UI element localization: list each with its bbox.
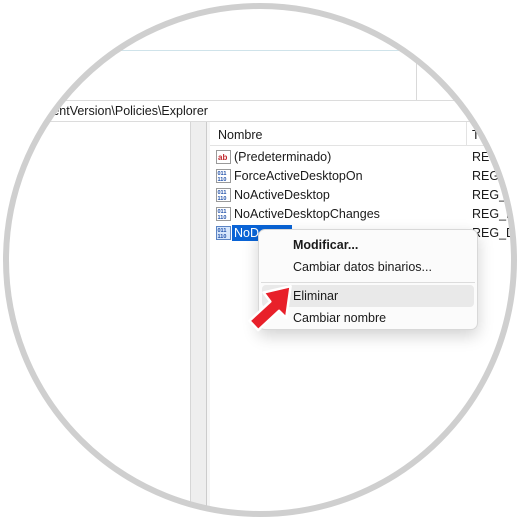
value-name: NoD	[234, 226, 260, 240]
binary-value-icon: 011 110	[216, 207, 231, 221]
menu-item-modify-binary[interactable]: Cambiar datos binarios...	[262, 256, 474, 278]
svg-text:110: 110	[218, 234, 227, 240]
column-header: Nombre Ti	[210, 122, 520, 146]
value-name: ForceActiveDesktopOn	[234, 169, 363, 183]
value-type: REG_D	[472, 169, 516, 183]
key-tree-pane[interactable]	[0, 122, 190, 520]
binary-value-icon: 011 110	[216, 169, 231, 183]
registry-editor-window: rrentVersion\Policies\Explorer Nombre Ti…	[0, 0, 520, 520]
list-item[interactable]: 011 110 NoActiveDesktopChanges REG_DV	[210, 205, 520, 224]
binary-value-icon: 011 110	[216, 226, 231, 240]
tree-scrollbar[interactable]	[190, 122, 206, 520]
value-name: NoActiveDesktop	[234, 188, 330, 202]
pointer-arrow-icon	[248, 284, 292, 332]
column-separator[interactable]	[466, 122, 467, 146]
svg-text:ab: ab	[218, 153, 227, 162]
window-divider	[416, 0, 417, 100]
svg-text:110: 110	[218, 215, 227, 221]
column-name-header[interactable]: Nombre	[218, 128, 262, 142]
svg-text:110: 110	[218, 196, 227, 202]
column-type-header[interactable]: Ti	[472, 128, 482, 142]
address-bar[interactable]: rrentVersion\Policies\Explorer	[0, 100, 520, 122]
list-item[interactable]: ab (Predeterminado) REG_	[210, 148, 520, 167]
address-path: rrentVersion\Policies\Explorer	[44, 104, 208, 118]
value-name: (Predeterminado)	[234, 150, 332, 164]
list-item[interactable]: 011 110 ForceActiveDesktopOn REG_D	[210, 167, 520, 186]
binary-value-icon: 011 110	[216, 188, 231, 202]
value-name: NoActiveDesktopChanges	[234, 207, 380, 221]
value-type: REG_DV	[472, 226, 520, 240]
list-item[interactable]: 011 110 NoActiveDesktop REG_D	[210, 186, 520, 205]
toolbar-divider	[95, 50, 420, 51]
string-value-icon: ab	[216, 150, 231, 164]
toolbar-area	[0, 0, 520, 50]
menu-item-modify[interactable]: Modificar...	[262, 234, 474, 256]
value-type: REG_DV	[472, 207, 520, 221]
svg-text:110: 110	[218, 177, 227, 183]
value-type: REG_D	[472, 188, 516, 202]
value-type: REG_	[472, 150, 507, 164]
